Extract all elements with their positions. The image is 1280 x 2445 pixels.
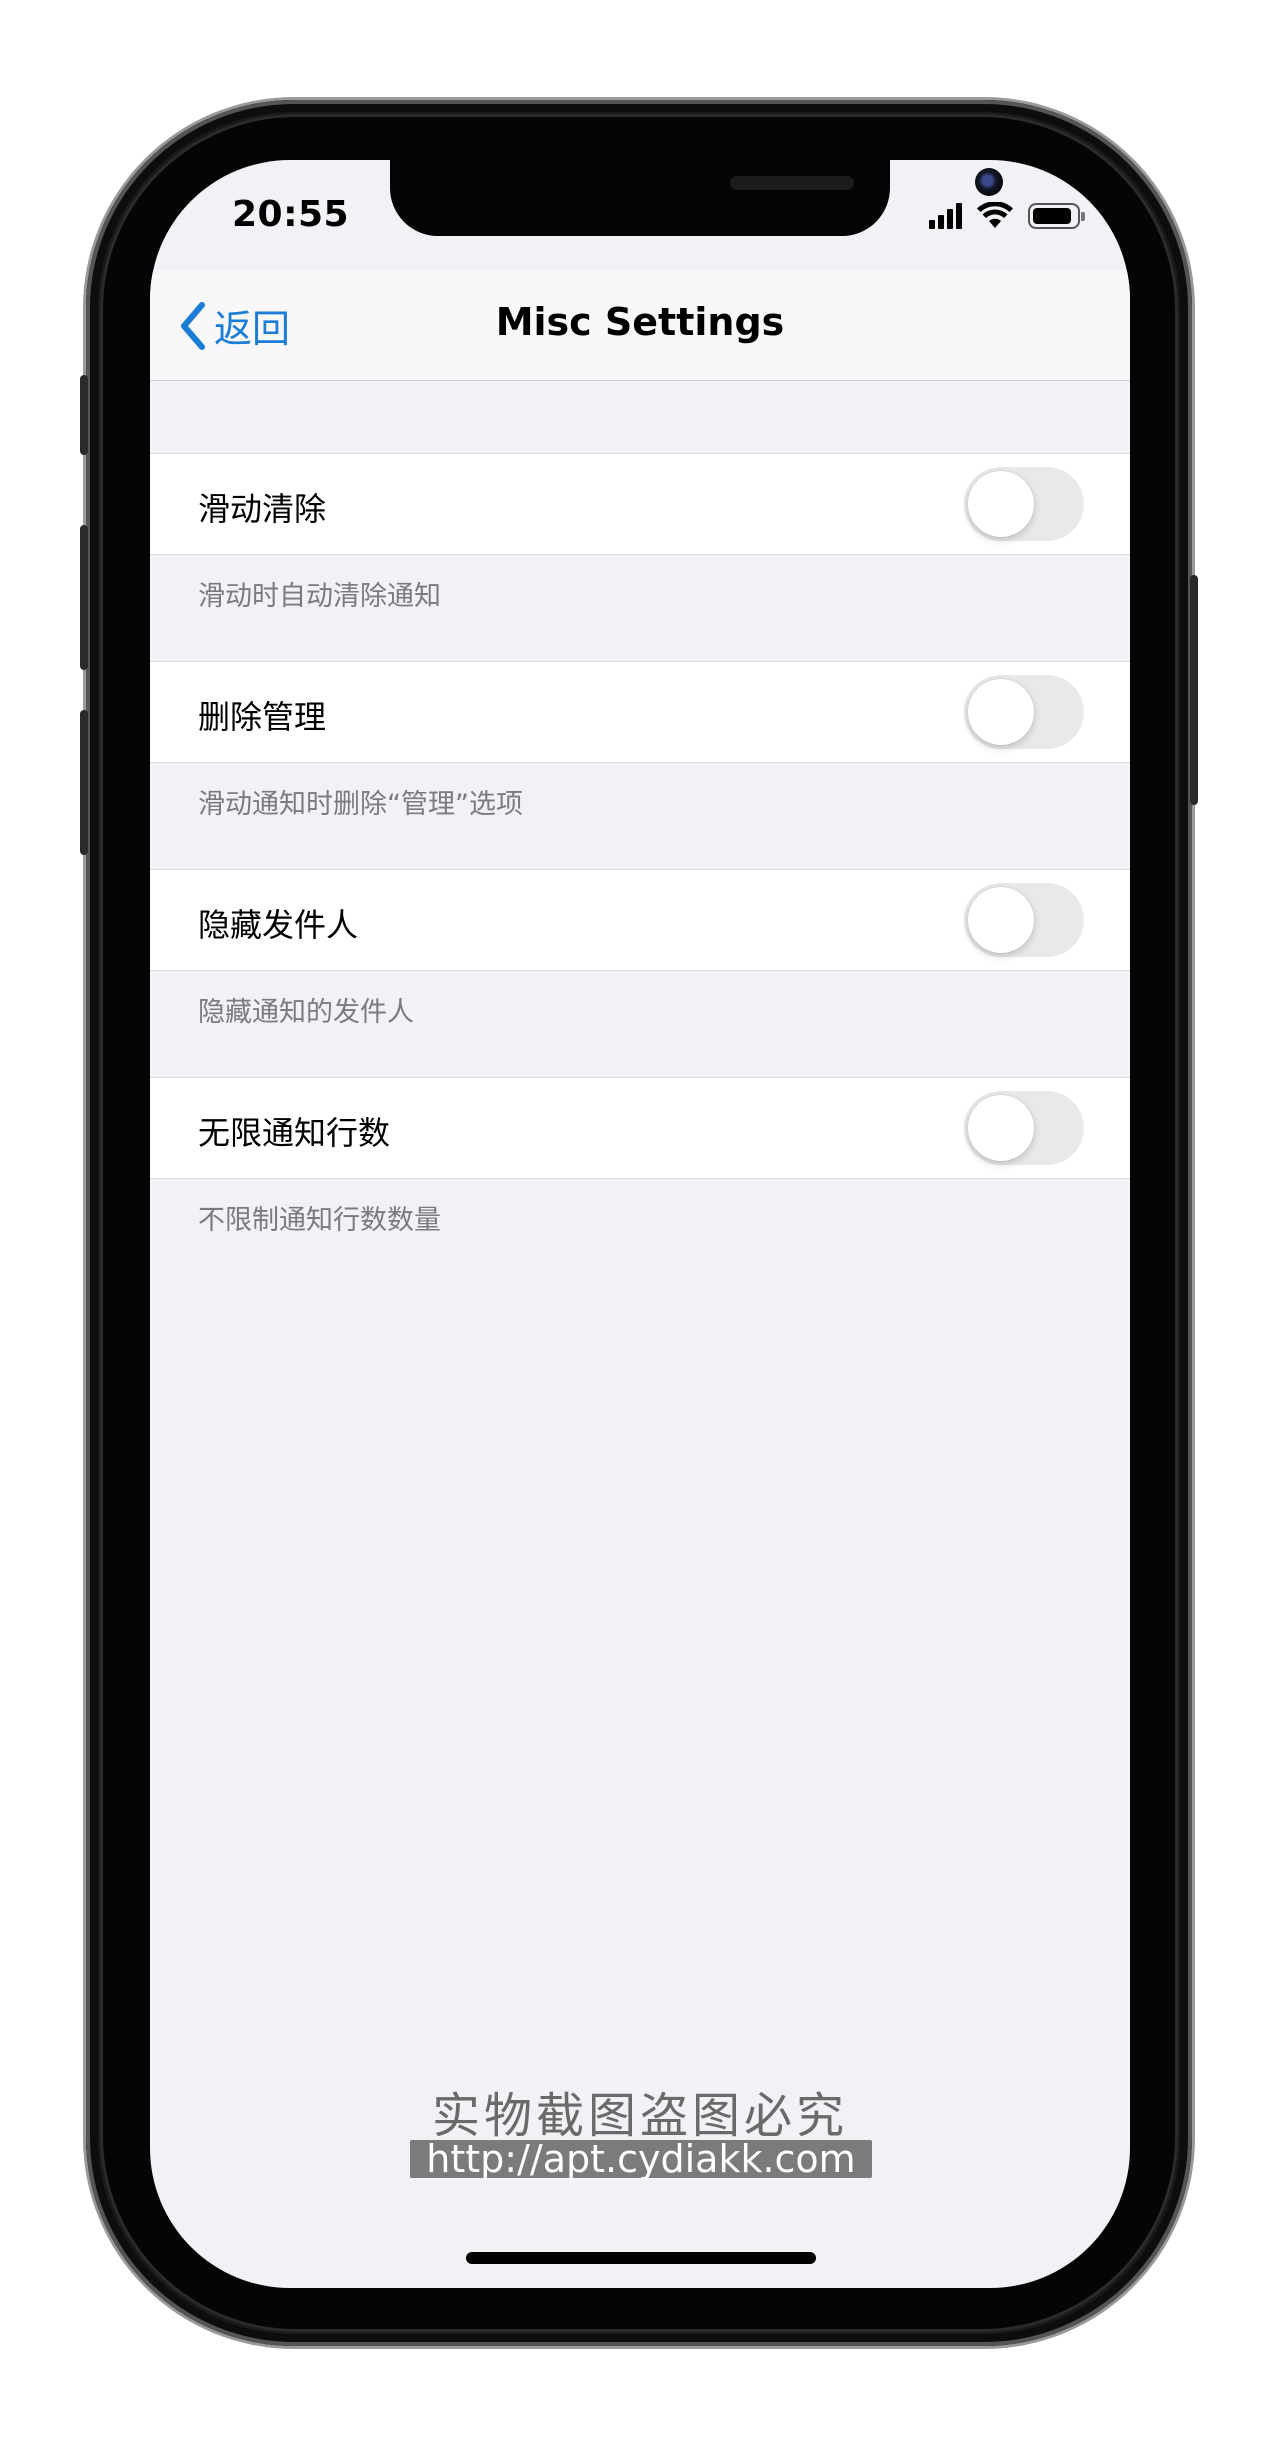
setting-footer: 滑动通知时删除“管理”选项 <box>198 789 523 820</box>
volume-up-button <box>80 525 88 670</box>
unlimited-lines-toggle[interactable] <box>964 1091 1084 1165</box>
status-time: 20:55 <box>232 194 350 235</box>
settings-group-hide-sender: 隐藏发件人 隐藏通知的发件人 <box>150 869 1130 1028</box>
setting-label: 隐藏发件人 <box>198 906 359 944</box>
silent-switch <box>80 375 88 455</box>
toggle-knob <box>968 1095 1034 1161</box>
speaker-grille <box>730 176 854 190</box>
volume-down-button <box>80 710 88 855</box>
remove-manage-toggle[interactable] <box>964 675 1084 749</box>
toggle-knob <box>968 679 1034 745</box>
power-button <box>1190 575 1198 805</box>
home-indicator[interactable] <box>466 2252 816 2264</box>
notch <box>390 160 1003 236</box>
setting-label: 删除管理 <box>198 698 327 736</box>
setting-label: 无限通知行数 <box>198 1114 391 1152</box>
wifi-icon <box>977 202 1013 228</box>
setting-footer: 滑动时自动清除通知 <box>198 581 441 612</box>
watermark-title: 实物截图盗图必究 <box>431 2088 848 2144</box>
swipe-clear-toggle[interactable] <box>964 467 1084 541</box>
watermark-url: http://apt.cydiakk.com <box>410 2140 872 2178</box>
setting-row-hide-sender[interactable]: 隐藏发件人 <box>150 869 1130 971</box>
setting-footer: 不限制通知行数数量 <box>198 1205 441 1236</box>
hide-sender-toggle[interactable] <box>964 883 1084 957</box>
screen: 20:55 返回 Misc Settings 滑动清除 滑动时自动清除通知 删除… <box>150 160 1130 2288</box>
front-camera <box>975 168 1003 196</box>
settings-group-swipe-clear: 滑动清除 滑动时自动清除通知 <box>150 453 1130 612</box>
navigation-bar: 返回 Misc Settings <box>150 270 1130 381</box>
status-icons <box>929 196 1085 236</box>
setting-label: 滑动清除 <box>198 490 327 528</box>
settings-group-unlimited-lines: 无限通知行数 不限制通知行数数量 <box>150 1077 1130 1236</box>
page-title: Misc Settings <box>495 300 785 344</box>
setting-footer: 隐藏通知的发件人 <box>198 997 414 1028</box>
setting-row-swipe-clear[interactable]: 滑动清除 <box>150 453 1130 555</box>
cellular-signal-icon <box>929 203 962 229</box>
toggle-knob <box>968 887 1034 953</box>
settings-group-remove-manage: 删除管理 滑动通知时删除“管理”选项 <box>150 661 1130 820</box>
toggle-knob <box>968 471 1034 537</box>
battery-icon <box>1028 203 1085 229</box>
setting-row-unlimited-lines[interactable]: 无限通知行数 <box>150 1077 1130 1179</box>
setting-row-remove-manage[interactable]: 删除管理 <box>150 661 1130 763</box>
